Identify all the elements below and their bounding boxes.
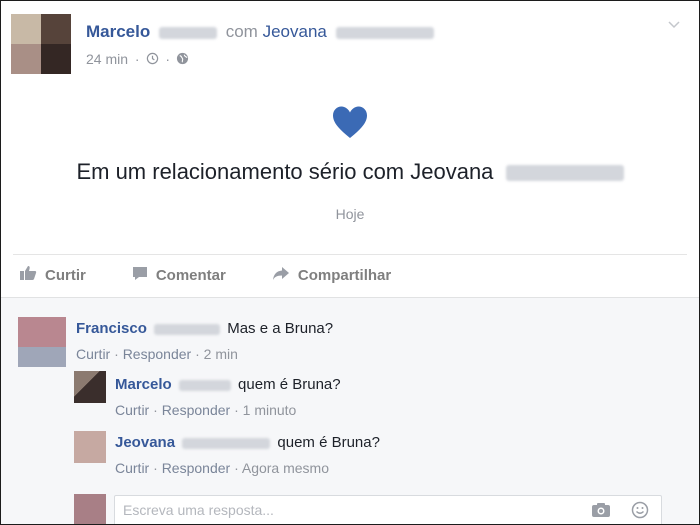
divider	[13, 254, 687, 255]
reply-text: quem é Bruna?	[277, 434, 380, 451]
post-author-avatar[interactable]	[11, 14, 71, 74]
reply-input[interactable]: Escreva uma resposta...	[114, 495, 662, 524]
like-button[interactable]: Curtir	[19, 265, 86, 285]
emoji-icon[interactable]	[631, 501, 649, 524]
post-card: Marcelo com Jeovana 24 min · · Em um rel…	[0, 0, 700, 525]
reply-time[interactable]: Agora mesmo	[242, 460, 329, 476]
blurred-surname	[505, 165, 624, 182]
comment-icon	[132, 266, 156, 285]
post-header: Marcelo com Jeovana	[86, 22, 434, 42]
reply-meta: Curtir · Responder · 1 minuto	[115, 402, 297, 418]
post-time[interactable]: 24 min	[86, 51, 128, 67]
post-connector: com	[225, 22, 258, 41]
comment-label: Comentar	[155, 266, 226, 284]
reply-input-tools	[591, 501, 649, 524]
share-button[interactable]: Compartilhar	[272, 266, 391, 285]
comment-button[interactable]: Comentar	[132, 266, 226, 285]
reply-like-link[interactable]: Curtir	[115, 460, 149, 476]
reply-input-placeholder: Escreva uma resposta...	[123, 502, 274, 518]
blurred-surname	[154, 323, 221, 335]
blurred-surname	[335, 26, 434, 39]
reply-meta: Curtir · Responder · Agora mesmo	[115, 460, 330, 476]
comment-time[interactable]: 2 min	[204, 346, 238, 362]
heart-icon	[332, 105, 368, 141]
reply-row: Jeovana quem é Bruna?	[115, 434, 380, 451]
blurred-surname	[158, 26, 217, 39]
relationship-status: Em um relacionamento sério com Jeovana	[1, 159, 699, 185]
post-meta: 24 min · ·	[86, 51, 189, 67]
post-tagged-name[interactable]: Jeovana	[263, 22, 327, 41]
current-user-avatar	[74, 494, 106, 524]
chevron-down-icon[interactable]	[667, 17, 681, 33]
reply-like-link[interactable]: Curtir	[115, 402, 149, 418]
like-label: Curtir	[45, 266, 86, 284]
clock-icon	[146, 51, 163, 67]
reply-text: quem é Bruna?	[238, 376, 341, 393]
reply-row: Marcelo quem é Bruna?	[115, 376, 341, 393]
comment-reply-link[interactable]: Responder	[123, 346, 192, 362]
status-date: Hoje	[335, 206, 365, 222]
blurred-surname	[182, 437, 271, 449]
thumbs-up-icon	[19, 265, 45, 285]
share-arrow-icon	[272, 266, 298, 285]
commenter-avatar[interactable]	[18, 317, 66, 367]
post-actions: Curtir Comentar Compartilhar	[19, 265, 437, 285]
reply-reply-link[interactable]: Responder	[162, 460, 231, 476]
status-text: Em um relacionamento sério com Jeovana	[76, 159, 494, 184]
comment-like-link[interactable]: Curtir	[76, 346, 110, 362]
reply-avatar[interactable]	[74, 431, 106, 463]
commenter-name[interactable]: Francisco	[76, 320, 147, 337]
camera-icon[interactable]	[591, 502, 611, 523]
reply-reply-link[interactable]: Responder	[162, 402, 231, 418]
globe-icon[interactable]	[176, 51, 189, 67]
reply-time[interactable]: 1 minuto	[243, 402, 297, 418]
replier-name[interactable]: Marcelo	[115, 376, 172, 393]
post-author-name[interactable]: Marcelo	[86, 22, 150, 41]
comment-meta: Curtir · Responder · 2 min	[76, 346, 238, 362]
share-label: Compartilhar	[297, 266, 392, 284]
comment-row: Francisco Mas e a Bruna?	[76, 320, 333, 337]
comment-text: Mas e a Bruna?	[227, 320, 334, 337]
blurred-surname	[178, 379, 231, 391]
replier-name[interactable]: Jeovana	[115, 434, 175, 451]
reply-avatar[interactable]	[74, 371, 106, 403]
